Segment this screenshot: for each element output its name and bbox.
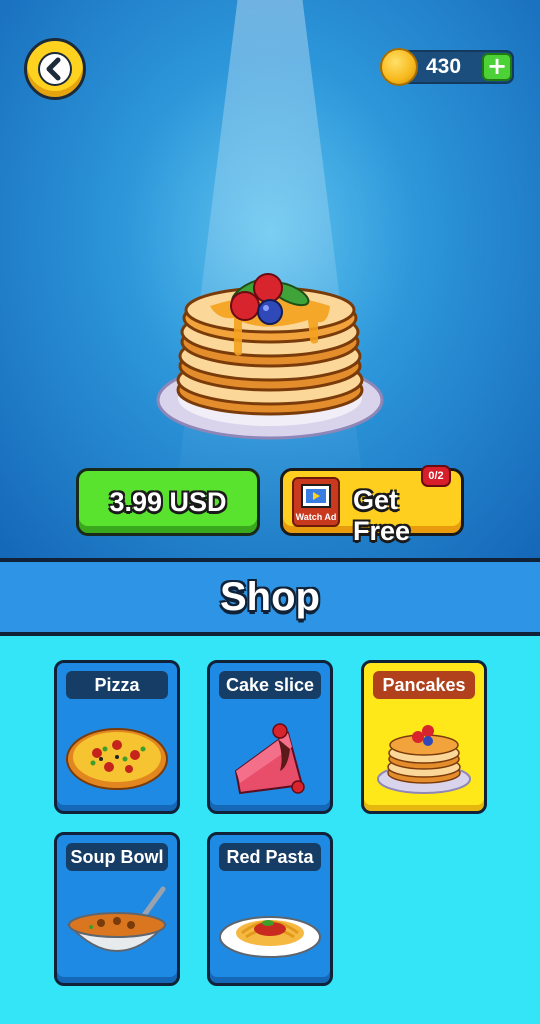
ad-count-badge: 0/2 xyxy=(421,465,451,487)
back-button[interactable] xyxy=(24,38,86,100)
buy-price-button[interactable]: 3.99 USD xyxy=(76,468,260,536)
shop-item-pancakes[interactable]: Pancakes xyxy=(361,660,487,814)
watch-ad-label: Watch Ad xyxy=(295,512,337,522)
shop-header: Shop xyxy=(0,558,540,636)
add-coins-button[interactable]: + xyxy=(482,53,512,81)
coin-icon xyxy=(380,48,418,86)
shop-item-label: Pizza xyxy=(66,671,168,699)
soup-bowl-image xyxy=(66,886,168,952)
shop-item-label: Cake slice xyxy=(219,671,321,699)
get-free-label: Get Free xyxy=(353,485,411,546)
red-pasta-image xyxy=(219,916,321,958)
shop-item-label: Pancakes xyxy=(373,671,475,699)
price-label: 3.99 USD xyxy=(109,486,227,517)
coin-balance: 430 + xyxy=(380,48,514,86)
pizza-image xyxy=(66,728,168,790)
video-icon xyxy=(301,484,331,508)
shop-item-soup-bowl[interactable]: Soup Bowl xyxy=(54,832,180,986)
shop-item-cake-slice[interactable]: Cake slice xyxy=(207,660,333,814)
coin-amount: 430 xyxy=(426,55,462,78)
shop-item-red-pasta[interactable]: Red Pasta xyxy=(207,832,333,986)
preview-area: 430 + 3.99 USD Watch Ad Get Free 0/2 xyxy=(0,0,540,558)
watch-ad-panel: Watch Ad xyxy=(292,477,340,527)
cake-slice-image xyxy=(234,723,305,795)
shop-grid: Pizza Cake slice Pancakes Soup Bowl Red … xyxy=(0,636,540,1024)
chevron-left-icon xyxy=(38,52,72,86)
shop-title: Shop xyxy=(220,574,320,619)
shop-item-label: Red Pasta xyxy=(219,843,321,871)
plus-icon: + xyxy=(486,52,508,80)
get-free-button[interactable]: Watch Ad Get Free 0/2 xyxy=(280,465,464,546)
pancakes-preview-image xyxy=(156,273,384,440)
shop-item-label: Soup Bowl xyxy=(66,843,168,871)
shop-item-pizza[interactable]: Pizza xyxy=(54,660,180,814)
pancakes-image xyxy=(377,725,471,794)
